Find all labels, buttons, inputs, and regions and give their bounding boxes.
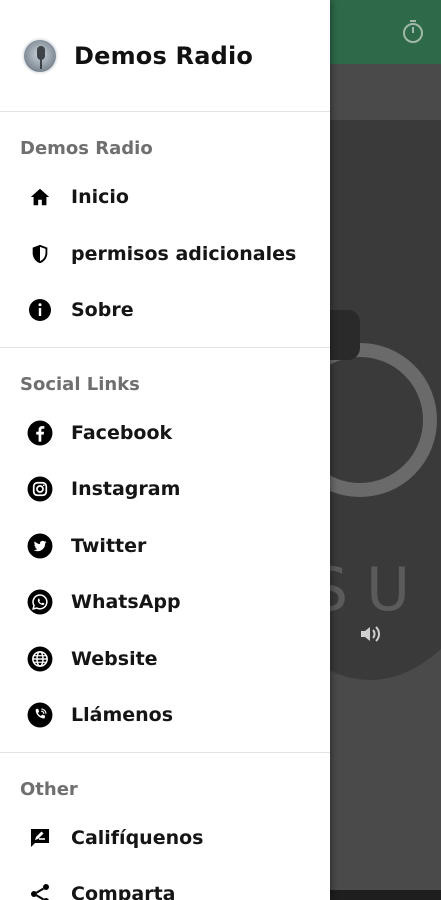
whatsapp-icon (24, 586, 56, 618)
twitter-icon (24, 530, 56, 562)
drawer-item-sobre[interactable]: Sobre (0, 282, 330, 339)
drawer-item-instagram[interactable]: Instagram (0, 461, 330, 518)
drawer-item-permisos[interactable]: permisos adicionales (0, 226, 330, 283)
drawer-item-label: Comparta (71, 883, 176, 900)
drawer-section-social: Social Links Facebook Instagram Twitter … (0, 348, 330, 753)
navigation-drawer: Demos Radio Demos Radio Inicio permisos … (0, 0, 330, 900)
section-title: Demos Radio (20, 138, 153, 159)
section-title: Other (20, 778, 78, 800)
drawer-item-label: Twitter (71, 534, 147, 557)
drawer-item-label: WhatsApp (71, 591, 181, 614)
sleep-timer-icon[interactable] (399, 18, 427, 46)
globe-icon (24, 643, 56, 675)
drawer-item-label: Llámenos (71, 704, 174, 727)
drawer-app-title: Demos Radio (74, 41, 254, 70)
drawer-item-label: Website (71, 647, 158, 670)
drawer-section-other: Other Califíquenos Comparta (0, 753, 330, 900)
shield-icon (24, 238, 56, 270)
drawer-item-whatsapp[interactable]: WhatsApp (0, 574, 330, 631)
drawer-item-llamenos[interactable]: Llámenos (0, 687, 330, 744)
drawer-item-califiquenos[interactable]: Califíquenos (0, 810, 330, 867)
volume-icon[interactable] (358, 622, 382, 646)
instagram-icon (24, 473, 56, 505)
drawer-item-label: Instagram (71, 478, 181, 501)
home-icon (24, 181, 56, 213)
drawer-item-label: permisos adicionales (71, 242, 297, 265)
drawer-item-facebook[interactable]: Facebook (0, 405, 330, 462)
drawer-item-website[interactable]: Website (0, 631, 330, 688)
phone-icon (24, 699, 56, 731)
rate-icon (24, 822, 56, 854)
drawer-item-inicio[interactable]: Inicio (0, 169, 330, 226)
drawer-item-label: Califíquenos (71, 826, 204, 849)
drawer-item-comparta[interactable]: Comparta (0, 866, 330, 900)
drawer-item-label: Sobre (71, 299, 134, 322)
drawer-item-label: Inicio (71, 186, 129, 209)
drawer-item-twitter[interactable]: Twitter (0, 518, 330, 575)
section-title: Social Links (20, 373, 140, 395)
drawer-section-main: Demos Radio Inicio permisos adicionales … (0, 112, 330, 348)
info-icon (24, 294, 56, 326)
drawer-header: Demos Radio (0, 0, 330, 112)
facebook-icon (24, 417, 56, 449)
share-icon (24, 878, 56, 900)
drawer-item-label: Facebook (71, 421, 173, 444)
app-logo-avatar (22, 37, 58, 74)
